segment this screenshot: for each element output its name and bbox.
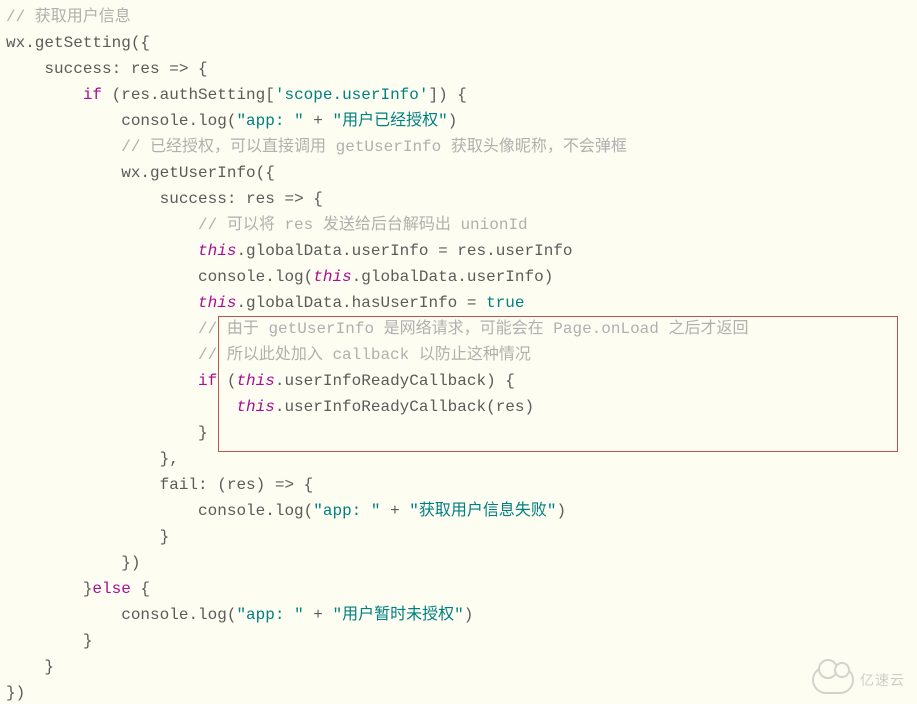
code-line: } [6,528,169,546]
code-line: }) [6,684,25,702]
code-block: // 获取用户信息 wx.getSetting({ success: res =… [0,0,917,704]
code-line: // 获取用户信息 [6,8,131,26]
code-line: // 可以将 res 发送给后台解码出 unionId [6,216,528,234]
code-line: this.globalData.hasUserInfo = true [6,294,524,312]
code-line: success: res => { [6,190,323,208]
code-line: wx.getUserInfo({ [6,164,275,182]
code-line: this.globalData.userInfo = res.userInfo [6,242,573,260]
code-line: }else { [6,580,150,598]
code-line: fail: (res) => { [6,476,313,494]
code-line: console.log("app: " + "用户已经授权") [6,112,457,130]
code-line: // 由于 getUserInfo 是网络请求，可能会在 Page.onLoad… [6,320,748,338]
code-line: console.log(this.globalData.userInfo) [6,268,553,286]
code-line: }) [6,554,140,572]
code-line: if (res.authSetting['scope.userInfo']) { [6,86,467,104]
code-line: }, [6,450,179,468]
code-line: } [6,632,92,650]
code-line: // 已经授权，可以直接调用 getUserInfo 获取头像昵称，不会弹框 [6,138,627,156]
code-line: if (this.userInfoReadyCallback) { [6,372,515,390]
code-line: wx.getSetting({ [6,34,150,52]
code-line: console.log("app: " + "用户暂时未授权") [6,606,473,624]
code-line: console.log("app: " + "获取用户信息失败") [6,502,566,520]
code-line: success: res => { [6,60,208,78]
code-line: this.userInfoReadyCallback(res) [6,398,534,416]
code-line: // 所以此处加入 callback 以防止这种情况 [6,346,531,364]
code-line: } [6,658,54,676]
code-line: } [6,424,208,442]
